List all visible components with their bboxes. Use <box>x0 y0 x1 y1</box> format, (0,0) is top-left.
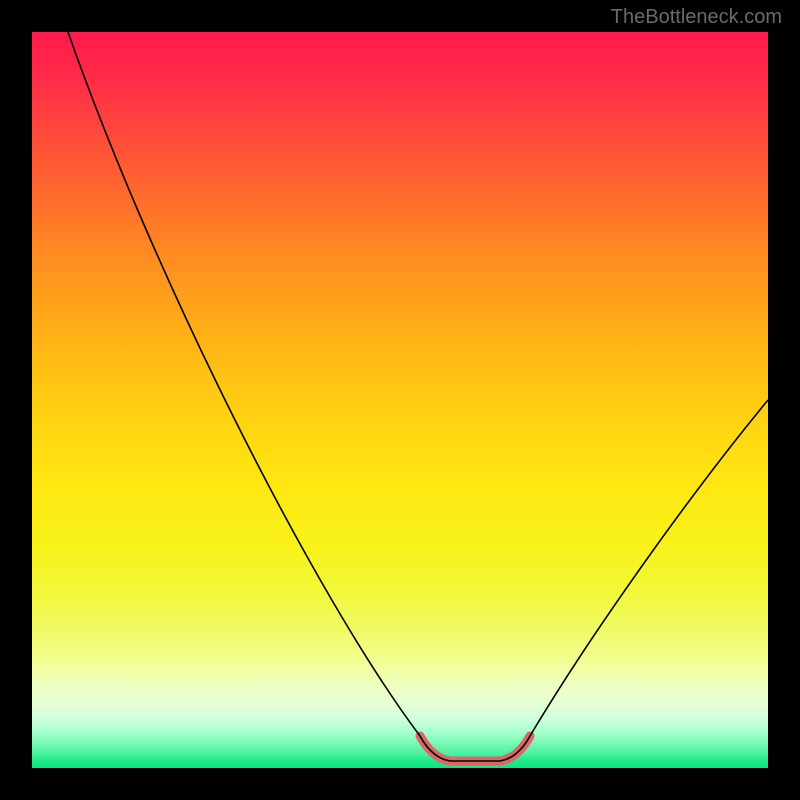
chart-plot-area <box>32 32 768 768</box>
optimal-zone-highlight <box>420 736 530 761</box>
watermark-text: TheBottleneck.com <box>611 6 782 29</box>
chart-svg <box>32 32 768 768</box>
bottleneck-curve <box>68 32 768 761</box>
